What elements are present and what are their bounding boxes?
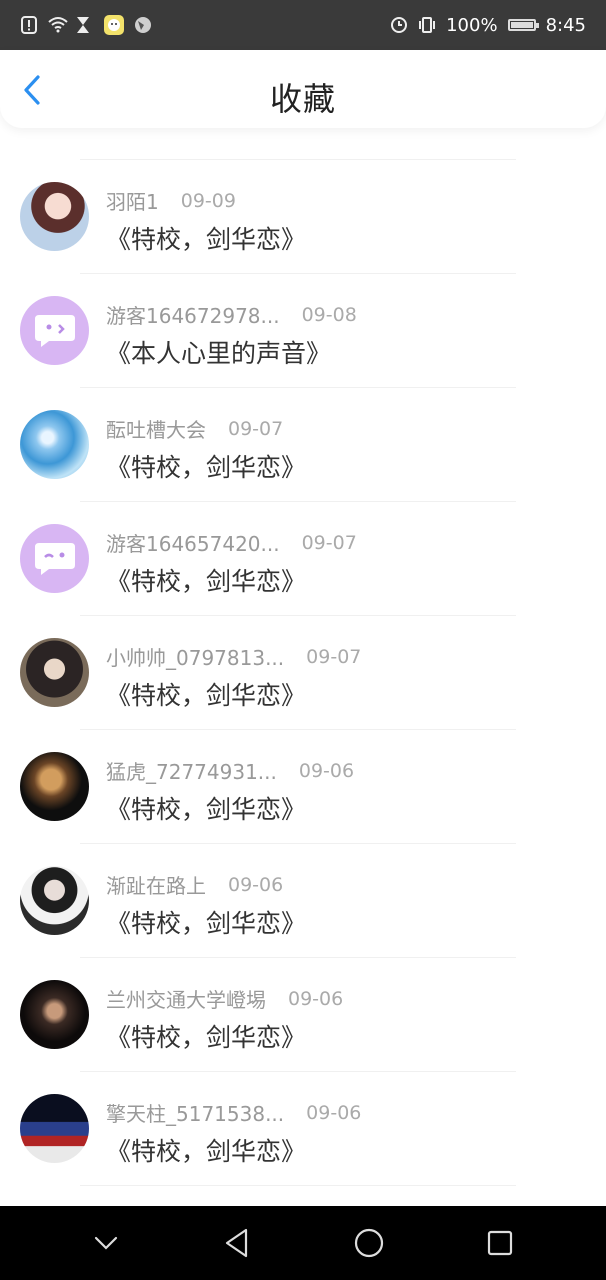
divider xyxy=(80,1185,516,1186)
chat-bubble-icon xyxy=(34,542,75,575)
app-notification-icon xyxy=(104,15,124,35)
book-title: 《特校，剑华恋》 xyxy=(106,795,307,824)
clock: 8:45 xyxy=(545,14,586,36)
book-title: 《本人心里的声音》 xyxy=(106,339,332,368)
date: 09-06 xyxy=(288,987,344,1010)
date: 09-08 xyxy=(301,303,357,326)
list-item[interactable]: 酝吐槽大会 09-07 《特校，剑华恋》 xyxy=(0,388,606,502)
nav-recents-button[interactable] xyxy=(478,1221,522,1265)
status-bar: 100% 8:45 xyxy=(0,0,606,50)
avatar xyxy=(20,980,89,1049)
globe-icon xyxy=(134,16,152,34)
list-item[interactable]: 羽陌1 09-09 《特校，剑华恋》 xyxy=(0,160,606,274)
list-item[interactable]: 猛虎_72774931... 09-06 《特校，剑华恋》 xyxy=(0,730,606,844)
list-item[interactable]: 游客164672978... 09-08 《本人心里的声音》 xyxy=(0,274,606,388)
avatar xyxy=(20,1094,89,1163)
wifi-icon xyxy=(48,16,68,34)
book-title: 《特校，剑华恋》 xyxy=(106,567,307,596)
avatar xyxy=(20,182,89,251)
avatar xyxy=(20,524,89,593)
username: 猛虎_72774931... xyxy=(106,760,277,784)
date: 09-07 xyxy=(306,645,362,668)
list-item[interactable]: 小帅帅_0797813... 09-07 《特校，剑华恋》 xyxy=(0,616,606,730)
book-title: 《特校，剑华恋》 xyxy=(106,909,307,938)
vibrate-icon xyxy=(418,16,436,34)
avatar xyxy=(20,752,89,821)
list-item[interactable]: 兰州交通大学嶝埸 09-06 《特校，剑华恋》 xyxy=(0,958,606,1072)
alert-icon xyxy=(20,16,38,34)
square-recents-icon xyxy=(488,1230,513,1256)
triangle-back-icon xyxy=(226,1228,248,1258)
date: 09-07 xyxy=(228,417,284,440)
date: 09-06 xyxy=(306,1101,362,1124)
list-item[interactable]: 游客164657420... 09-07 《特校，剑华恋》 xyxy=(0,502,606,616)
header: 收藏 xyxy=(0,50,606,128)
username: 渐趾在路上 xyxy=(106,874,206,898)
book-title: 《特校，剑华恋》 xyxy=(106,1137,307,1166)
avatar xyxy=(20,866,89,935)
date: 09-07 xyxy=(301,531,357,554)
avatar xyxy=(20,638,89,707)
list-item[interactable]: 擎天柱_5171538... 09-06 《特校，剑华恋》 xyxy=(0,1072,606,1186)
list-item[interactable]: 渐趾在路上 09-06 《特校，剑华恋》 xyxy=(0,844,606,958)
username: 游客164657420... xyxy=(106,532,280,556)
circle-home-icon xyxy=(354,1228,383,1258)
username: 酝吐槽大会 xyxy=(106,418,206,442)
status-left-icons xyxy=(20,15,152,35)
chevron-down-icon xyxy=(94,1236,117,1250)
battery-icon xyxy=(507,19,539,31)
system-nav-bar xyxy=(0,1206,606,1280)
date: 09-06 xyxy=(298,759,355,782)
hourglass-icon xyxy=(76,16,94,34)
status-right-icons: 100% 8:45 xyxy=(390,15,586,36)
alarm-icon xyxy=(390,16,408,34)
book-title: 《特校，剑华恋》 xyxy=(106,1023,307,1052)
book-title: 《特校，剑华恋》 xyxy=(106,225,307,254)
username: 羽陌1 xyxy=(106,190,159,214)
avatar xyxy=(20,296,89,365)
nav-back-button[interactable] xyxy=(215,1221,259,1265)
date: 09-09 xyxy=(180,189,236,212)
nav-home-button[interactable] xyxy=(347,1221,391,1265)
battery-percent: 100% xyxy=(446,14,498,36)
book-title: 《特校，剑华恋》 xyxy=(106,681,307,710)
date: 09-06 xyxy=(228,873,284,896)
chat-bubble-icon xyxy=(34,314,75,347)
avatar xyxy=(20,410,89,479)
username: 游客164672978... xyxy=(106,304,280,328)
page-title: 收藏 xyxy=(269,80,336,118)
book-title: 《特校，剑华恋》 xyxy=(106,453,307,482)
hide-keyboard-button[interactable] xyxy=(84,1221,128,1265)
username: 擎天柱_5171538... xyxy=(106,1102,285,1126)
favorites-list: 羽陌1 09-09 《特校，剑华恋》 游客164672978... 09-08 … xyxy=(0,102,606,1186)
username: 小帅帅_0797813... xyxy=(106,646,285,670)
username: 兰州交通大学嶝埸 xyxy=(106,988,266,1012)
